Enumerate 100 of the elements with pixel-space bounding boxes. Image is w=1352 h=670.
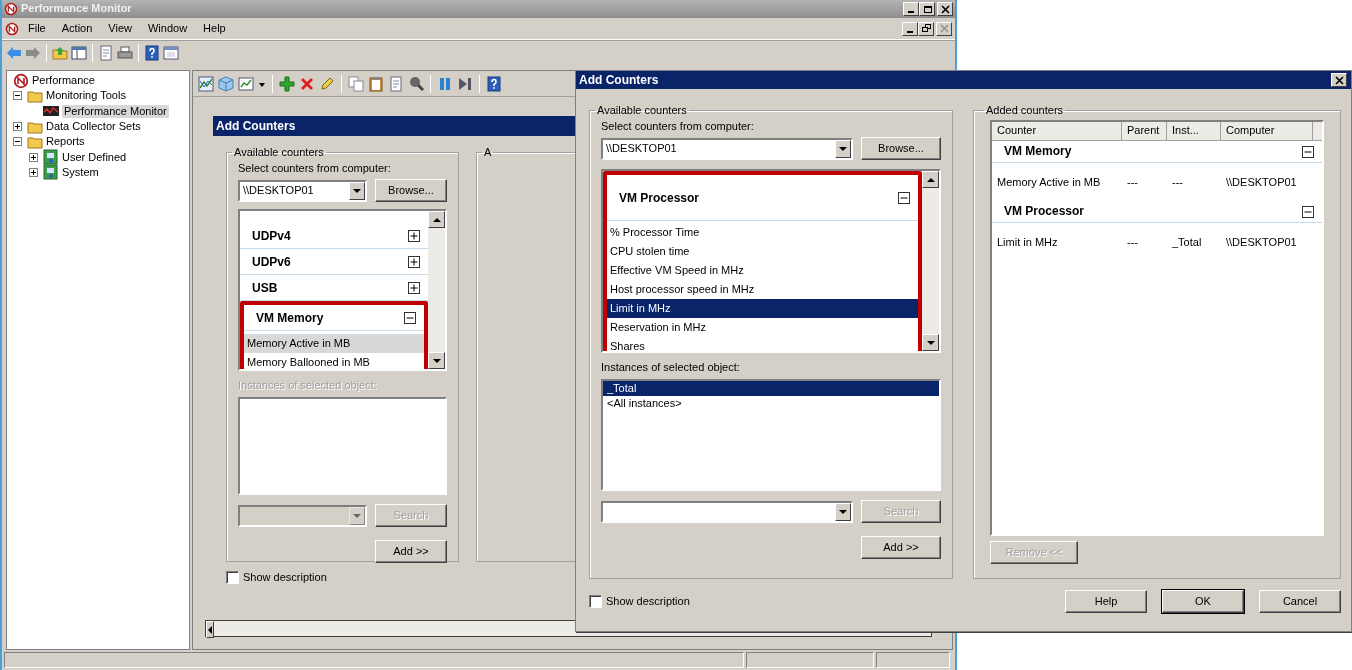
menu-item[interactable]: File [21,20,53,37]
expand-icon[interactable] [408,255,420,268]
collapse-icon[interactable] [13,137,22,147]
close-icon [1334,75,1344,85]
step-forward-icon[interactable] [457,75,473,92]
down-arrow-icon[interactable] [432,357,441,364]
table-header-background [1313,122,1322,142]
close-button[interactable] [936,21,952,36]
cube-icon[interactable] [218,75,234,92]
counter-item[interactable]: % Processor Time [607,223,918,243]
add-button[interactable]: Add >> [375,540,447,564]
instance-item[interactable]: _Total [603,381,939,397]
collapse-icon[interactable] [404,311,416,324]
counter-category[interactable]: VM Processor [619,190,700,205]
pencil-icon[interactable] [319,75,335,92]
tree-item[interactable]: Performance [32,74,95,88]
help-icon[interactable] [144,44,160,61]
column-header[interactable]: Computer [1221,122,1313,142]
counter-item[interactable]: Effective VM Speed in MHz [607,261,918,281]
table-cell-text: --- [1126,175,1139,189]
tree-item[interactable]: System [62,165,99,179]
pause-icon[interactable] [437,75,453,92]
expand-icon[interactable] [408,229,420,242]
document-icon[interactable] [388,75,404,92]
tree-item[interactable]: Reports [46,135,85,149]
delete-icon[interactable] [299,75,315,92]
minimize-button[interactable] [903,2,919,16]
minimize-button[interactable] [902,21,918,36]
checkbox-label[interactable]: Show description [606,594,690,609]
maximize-button[interactable] [919,2,935,16]
vertical-scrollbar[interactable] [428,211,445,370]
column-header[interactable]: Counter [992,122,1122,142]
dropdown-button[interactable] [835,139,851,158]
tree-item[interactable]: Monitoring Tools [46,89,126,103]
help-icon[interactable] [486,75,502,92]
clipboard-icon[interactable] [368,75,384,92]
tree-item[interactable]: Data Collector Sets [46,119,141,134]
close-button[interactable] [937,2,953,16]
counter-category[interactable]: UDPv6 [252,254,291,269]
counter-item[interactable]: Shares [607,337,918,352]
computer-field[interactable]: \\DESKTOP01 [238,179,367,202]
add-icon[interactable] [279,75,295,92]
browse-button[interactable]: Browse... [861,137,941,161]
dropdown-button[interactable] [349,181,365,200]
left-arrow-icon[interactable] [207,625,213,634]
tree-item[interactable]: Performance Monitor [62,104,169,118]
expand-icon[interactable] [13,122,22,132]
expand-icon[interactable] [408,281,420,294]
dialog-button[interactable]: Cancel [1259,590,1341,613]
dialog-button[interactable]: Help [1065,590,1147,613]
counter-item[interactable]: Reservation in MHz [607,318,918,338]
report-icon [43,149,59,166]
collapse-icon[interactable] [1302,145,1314,158]
group-box-label: Available counters [233,146,325,159]
column-header[interactable]: Parent [1122,122,1167,142]
vertical-scrollbar[interactable] [922,171,939,352]
collapse-icon[interactable] [1302,205,1314,218]
counter-item[interactable]: Memory Active in MB [244,334,424,354]
counter-item[interactable]: Limit in MHz [607,299,918,319]
counter-item[interactable]: CPU stolen time [607,242,918,262]
checkbox-label[interactable]: Show description [243,571,327,585]
expand-icon[interactable] [29,167,38,177]
expand-icon[interactable] [29,152,38,162]
checkbox[interactable] [226,571,239,585]
table-cell-text: Memory Active in MB [996,175,1102,189]
printer-icon[interactable] [117,44,133,61]
dialog-button[interactable]: OK [1162,590,1244,613]
dropdown-button[interactable] [835,502,851,521]
counter-item[interactable]: Host processor speed in MHz [607,280,918,300]
line-chart-icon[interactable] [198,75,214,92]
checkbox[interactable] [589,595,602,608]
collapse-icon[interactable] [13,91,22,101]
menu-item[interactable]: Help [196,20,233,37]
counter-category[interactable]: VM Memory [256,310,324,325]
app-logo-icon [5,21,19,36]
menu-item[interactable]: Action [54,20,100,37]
minimize-icon [908,11,914,13]
column-header[interactable]: Inst... [1167,122,1221,142]
close-button[interactable] [1331,73,1347,87]
counter-category[interactable]: USB [252,280,278,295]
down-arrow-icon[interactable] [926,339,935,346]
magnifier-icon[interactable] [408,75,424,92]
browse-button[interactable]: Browse... [375,179,447,203]
menu-item[interactable]: View [101,20,139,37]
window-icon[interactable] [163,44,179,61]
search-field[interactable] [601,500,853,523]
add-button[interactable]: Add >> [861,536,941,560]
tree-item[interactable]: User Defined [62,150,127,164]
menu-item[interactable]: Window [140,20,195,37]
instance-item[interactable]: <All instances> [603,396,939,412]
document-icon[interactable] [98,44,114,61]
graph-icon[interactable] [238,75,254,92]
restore-button[interactable] [918,21,934,36]
up-arrow-icon[interactable] [432,216,441,223]
counter-category[interactable]: UDPv4 [252,228,291,243]
collapse-icon[interactable] [898,191,910,204]
counter-item[interactable]: Memory Ballooned in MB [244,353,424,370]
computer-field[interactable]: \\DESKTOP01 [601,137,853,160]
up-arrow-icon[interactable] [926,176,935,183]
panel-icon[interactable] [71,44,87,61]
